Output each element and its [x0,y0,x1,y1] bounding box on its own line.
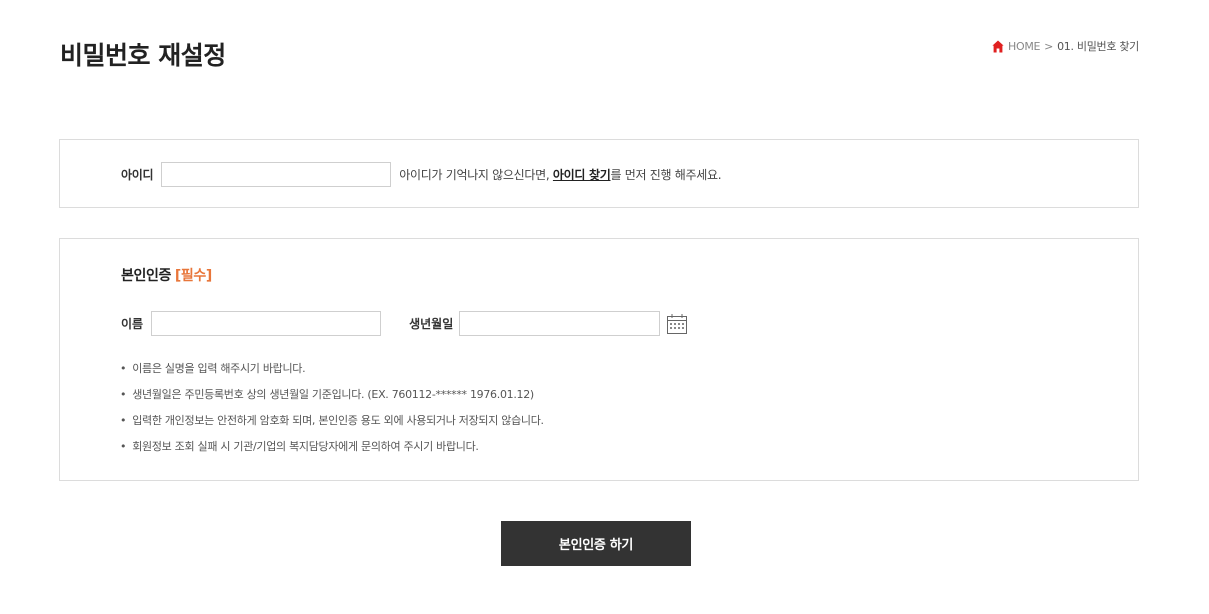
birthdate-input[interactable] [459,311,661,336]
id-label: 아이디 [121,168,154,182]
breadcrumb-home[interactable]: HOME [1008,40,1040,53]
auth-section: 본인인증 [필수] 이름 생년월일 • 이름은 실명을 입력 해주시기 바랍니다… [59,238,1139,481]
notice-list: 이름은 실명을 입력 해주시기 바랍니다. 생년월일은 주민등록번호 상의 생년… [120,361,544,465]
page: 비밀번호 재설정 HOME > 01. 비밀번호 찾기 아이디 아이디가 기억나… [0,0,1209,614]
notice-item: 이름은 실명을 입력 해주시기 바랍니다. [120,361,544,387]
id-row: 아이디 아이디가 기억나지 않으신다면, 아이디 찾기를 먼저 진행 해주세요. [121,162,722,187]
breadcrumb: HOME > 01. 비밀번호 찾기 [992,38,1139,54]
name-input[interactable] [151,311,382,336]
auth-fields: 이름 생년월일 [121,311,688,336]
page-title: 비밀번호 재설정 [60,41,226,70]
notice-item: 회원정보 조회 실패 시 기관/기업의 복지담당자에게 문의하여 주시기 바랍니… [120,439,544,465]
id-section: 아이디 아이디가 기억나지 않으신다면, 아이디 찾기를 먼저 진행 해주세요. [59,139,1139,208]
name-label: 이름 [121,317,144,331]
id-help-prefix: 아이디가 기억나지 않으신다면, [399,168,553,182]
home-icon[interactable] [992,40,1004,53]
notice-item: 입력한 개인정보는 안전하게 암호화 되며, 본인인증 용도 외에 사용되거나 … [120,413,544,439]
id-help-text: 아이디가 기억나지 않으신다면, 아이디 찾기를 먼저 진행 해주세요. [399,166,721,183]
auth-title-text: 본인인증 [121,268,171,284]
auth-title: 본인인증 [필수] [121,265,212,285]
calendar-icon[interactable] [666,313,688,335]
identity-verify-button[interactable]: 본인인증 하기 [501,521,691,566]
id-input[interactable] [161,162,392,187]
birth-label: 생년월일 [409,317,454,331]
find-id-link[interactable]: 아이디 찾기 [553,168,611,182]
breadcrumb-separator: > [1044,39,1054,53]
breadcrumb-current: 01. 비밀번호 찾기 [1057,40,1139,53]
required-badge: [필수] [174,268,212,284]
id-help-suffix: 를 먼저 진행 해주세요. [610,168,722,182]
notice-item: 생년월일은 주민등록번호 상의 생년월일 기준입니다. (EX. 760112-… [120,387,544,413]
